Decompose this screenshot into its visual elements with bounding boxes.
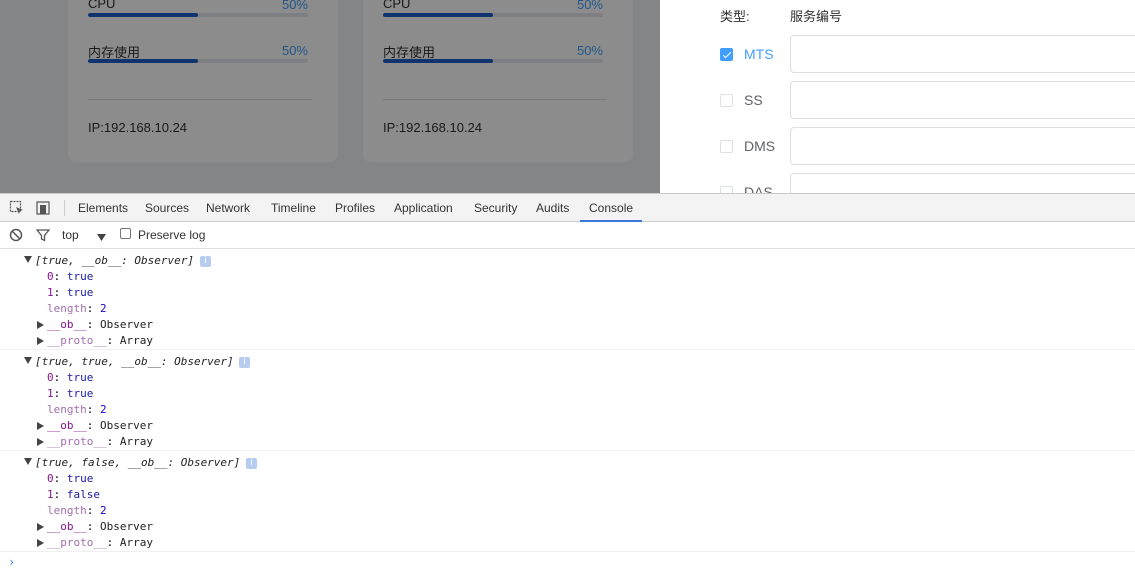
mts-label[interactable]: MTS	[744, 46, 774, 62]
mts-checkbox[interactable]	[720, 48, 733, 61]
array-entry[interactable]: __proto__: Array	[47, 535, 153, 551]
tab-profiles[interactable]: Profiles	[335, 194, 375, 222]
array-entry: length: 2	[47, 302, 107, 315]
expand-triangle-icon[interactable]	[24, 458, 32, 465]
mts-number-input[interactable]	[790, 35, 1135, 73]
cpu-progress-fill	[88, 13, 198, 17]
das-number-input[interactable]	[790, 173, 1135, 193]
array-entry[interactable]: __proto__: Array	[47, 434, 153, 450]
type-label: 类型:	[720, 9, 750, 24]
preserve-log-label[interactable]: Preserve log	[138, 228, 205, 242]
expand-triangle-icon[interactable]	[24, 357, 32, 364]
array-entry: 1: false	[47, 488, 100, 501]
devtools-tab-bar: Elements Sources Network Timeline Profil…	[0, 194, 1135, 222]
das-checkbox[interactable]	[720, 186, 733, 193]
memory-progress-fill	[88, 59, 198, 63]
dms-checkbox[interactable]	[720, 140, 733, 153]
dropdown-arrow-icon[interactable]	[97, 230, 106, 244]
array-entry[interactable]: __ob__: Observer	[47, 418, 153, 434]
server-ip: IP:192.168.10.24	[383, 120, 483, 135]
service-row-das: DAS	[720, 173, 1135, 193]
ss-number-input[interactable]	[790, 81, 1135, 119]
tab-audits[interactable]: Audits	[536, 194, 569, 222]
array-entry: length: 2	[47, 403, 107, 416]
console-output: [true, __ob__: Observer] i 0: true 1: tr…	[0, 249, 1135, 583]
expand-triangle-icon[interactable]	[24, 256, 32, 263]
info-icon[interactable]: i	[239, 357, 250, 368]
info-icon[interactable]: i	[200, 256, 211, 267]
array-entry[interactable]: __ob__: Observer	[47, 519, 153, 535]
expand-triangle-icon[interactable]	[37, 321, 44, 329]
array-entry: 0: true	[47, 270, 94, 283]
array-summary[interactable]: [true, __ob__: Observer]	[35, 253, 194, 269]
info-icon[interactable]: i	[246, 458, 257, 469]
service-row-dms: DMS	[720, 127, 1135, 167]
preserve-log-checkbox[interactable]	[120, 228, 131, 239]
array-entry[interactable]: __ob__: Observer	[47, 317, 153, 333]
application-viewport: CPU 50% 内存使用 50% IP:192.168.10.24 CPU 50…	[0, 0, 1135, 193]
tab-network[interactable]: Network	[206, 194, 250, 222]
array-summary[interactable]: [true, true, __ob__: Observer]	[35, 354, 234, 370]
array-entry: length: 2	[47, 504, 107, 517]
memory-progress-fill	[383, 59, 493, 63]
clear-console-icon[interactable]	[9, 228, 25, 244]
server-card: CPU 50% 内存使用 50% IP:192.168.10.24	[363, 0, 633, 162]
server-cards-panel: CPU 50% 内存使用 50% IP:192.168.10.24 CPU 50…	[0, 0, 660, 193]
cpu-progress-bar	[88, 13, 308, 17]
memory-progress-bar	[88, 59, 308, 63]
tab-security[interactable]: Security	[474, 194, 517, 222]
array-summary[interactable]: [true, false, __ob__: Observer]	[35, 455, 240, 471]
device-mode-icon[interactable]	[35, 200, 51, 216]
expand-triangle-icon[interactable]	[37, 337, 44, 345]
console-log-entry: [true, true, __ob__: Observer] i 0: true…	[0, 350, 1135, 451]
array-entry: 1: true	[47, 286, 94, 299]
tab-elements[interactable]: Elements	[78, 194, 128, 222]
devtools-panel: Elements Sources Network Timeline Profil…	[0, 193, 1135, 583]
memory-percent: 50%	[576, 43, 603, 58]
array-entry: 0: true	[47, 371, 94, 384]
card-divider	[383, 99, 607, 100]
tab-timeline[interactable]: Timeline	[271, 194, 316, 222]
cpu-progress-bar	[383, 13, 603, 17]
das-label[interactable]: DAS	[744, 184, 773, 193]
cpu-progress-fill	[383, 13, 493, 17]
cpu-label: CPU	[383, 0, 411, 11]
toolbar-separator	[64, 200, 65, 216]
cpu-percent: 50%	[281, 0, 308, 12]
array-entry[interactable]: __proto__: Array	[47, 333, 153, 349]
filter-icon[interactable]	[35, 228, 52, 244]
service-row-mts: MTS	[720, 35, 1135, 75]
memory-progress-bar	[383, 59, 603, 63]
cpu-percent: 50%	[576, 0, 603, 12]
expand-triangle-icon[interactable]	[37, 438, 44, 446]
tab-console[interactable]: Console	[580, 194, 643, 222]
tab-application[interactable]: Application	[394, 194, 453, 222]
expand-triangle-icon[interactable]	[37, 422, 44, 430]
ss-label[interactable]: SS	[744, 92, 763, 108]
service-number-label: 服务编号	[790, 9, 843, 24]
console-log-entry: [true, __ob__: Observer] i 0: true 1: tr…	[0, 249, 1135, 350]
expand-triangle-icon[interactable]	[37, 523, 44, 531]
card-divider	[88, 99, 312, 100]
inspect-element-icon[interactable]	[9, 200, 25, 216]
console-log-entry: [true, false, __ob__: Observer] i 0: tru…	[0, 451, 1135, 552]
dms-number-input[interactable]	[790, 127, 1135, 165]
ss-checkbox[interactable]	[720, 94, 733, 107]
tab-sources[interactable]: Sources	[145, 194, 189, 222]
service-form-panel: 类型: 服务编号 MTS SS DMS DAS	[660, 0, 1135, 193]
memory-percent: 50%	[281, 43, 308, 58]
console-prompt-icon[interactable]: ›	[8, 555, 15, 569]
dms-label[interactable]: DMS	[744, 138, 775, 154]
server-ip: IP:192.168.10.24	[88, 120, 188, 135]
cpu-label: CPU	[88, 0, 116, 11]
array-entry: 0: true	[47, 472, 94, 485]
service-row-ss: SS	[720, 81, 1135, 121]
console-toolbar: top Preserve log	[0, 222, 1135, 249]
expand-triangle-icon[interactable]	[37, 539, 44, 547]
server-card: CPU 50% 内存使用 50% IP:192.168.10.24	[68, 0, 338, 162]
array-entry: 1: true	[47, 387, 94, 400]
context-selector[interactable]: top	[62, 228, 79, 242]
